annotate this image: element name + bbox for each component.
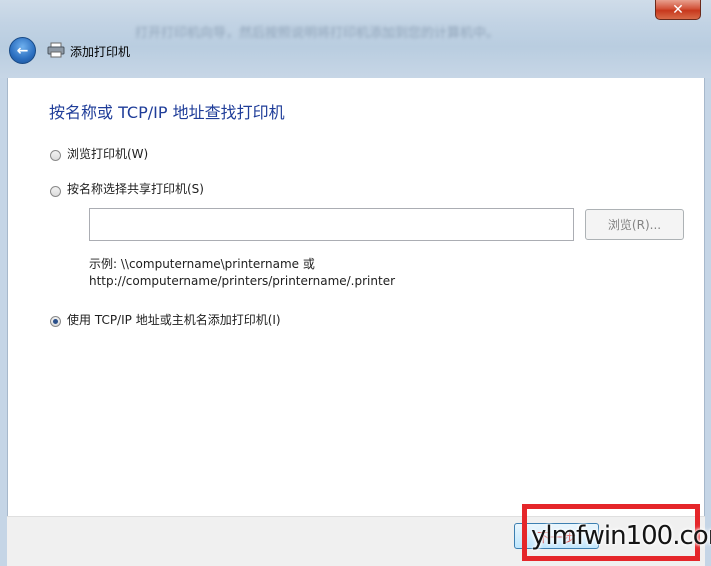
label-tcpip[interactable]: 使用 TCP/IP 地址或主机名添加打印机(I) [67, 311, 281, 328]
close-button[interactable]: ✕ [655, 0, 701, 20]
label-shared-by-name[interactable]: 按名称选择共享打印机(S) [67, 180, 204, 197]
browse-button[interactable]: 浏览(R)... [585, 209, 684, 240]
radio-tcpip[interactable] [50, 316, 61, 327]
radio-shared-by-name[interactable] [50, 186, 61, 197]
title-bar: 打开打印机向导，然后按照说明将打印机添加到您的计算机中。 [0, 0, 711, 78]
label-browse-printer[interactable]: 浏览打印机(W) [67, 145, 148, 162]
window-title: 添加打印机 [70, 45, 131, 59]
example-text-line1: 示例: \\computername\printername 或 [89, 257, 315, 271]
site-watermark: ylmfwin100.com [531, 521, 711, 551]
printer-icon [47, 42, 65, 58]
wizard-content-panel [7, 78, 705, 516]
close-icon: ✕ [672, 1, 684, 18]
window-frame-right [705, 78, 711, 566]
shared-printer-name-input[interactable] [89, 208, 574, 241]
page-heading: 按名称或 TCP/IP 地址查找打印机 [49, 103, 285, 122]
back-button[interactable]: ← [9, 37, 36, 64]
example-text-line2: http://computername/printers/printername… [89, 274, 396, 288]
back-arrow-icon: ← [16, 42, 29, 59]
radio-browse-printer[interactable] [50, 150, 61, 161]
background-window-text: 打开打印机向导，然后按照说明将打印机添加到您的计算机中。 [135, 26, 500, 41]
window-frame-left [0, 78, 7, 566]
